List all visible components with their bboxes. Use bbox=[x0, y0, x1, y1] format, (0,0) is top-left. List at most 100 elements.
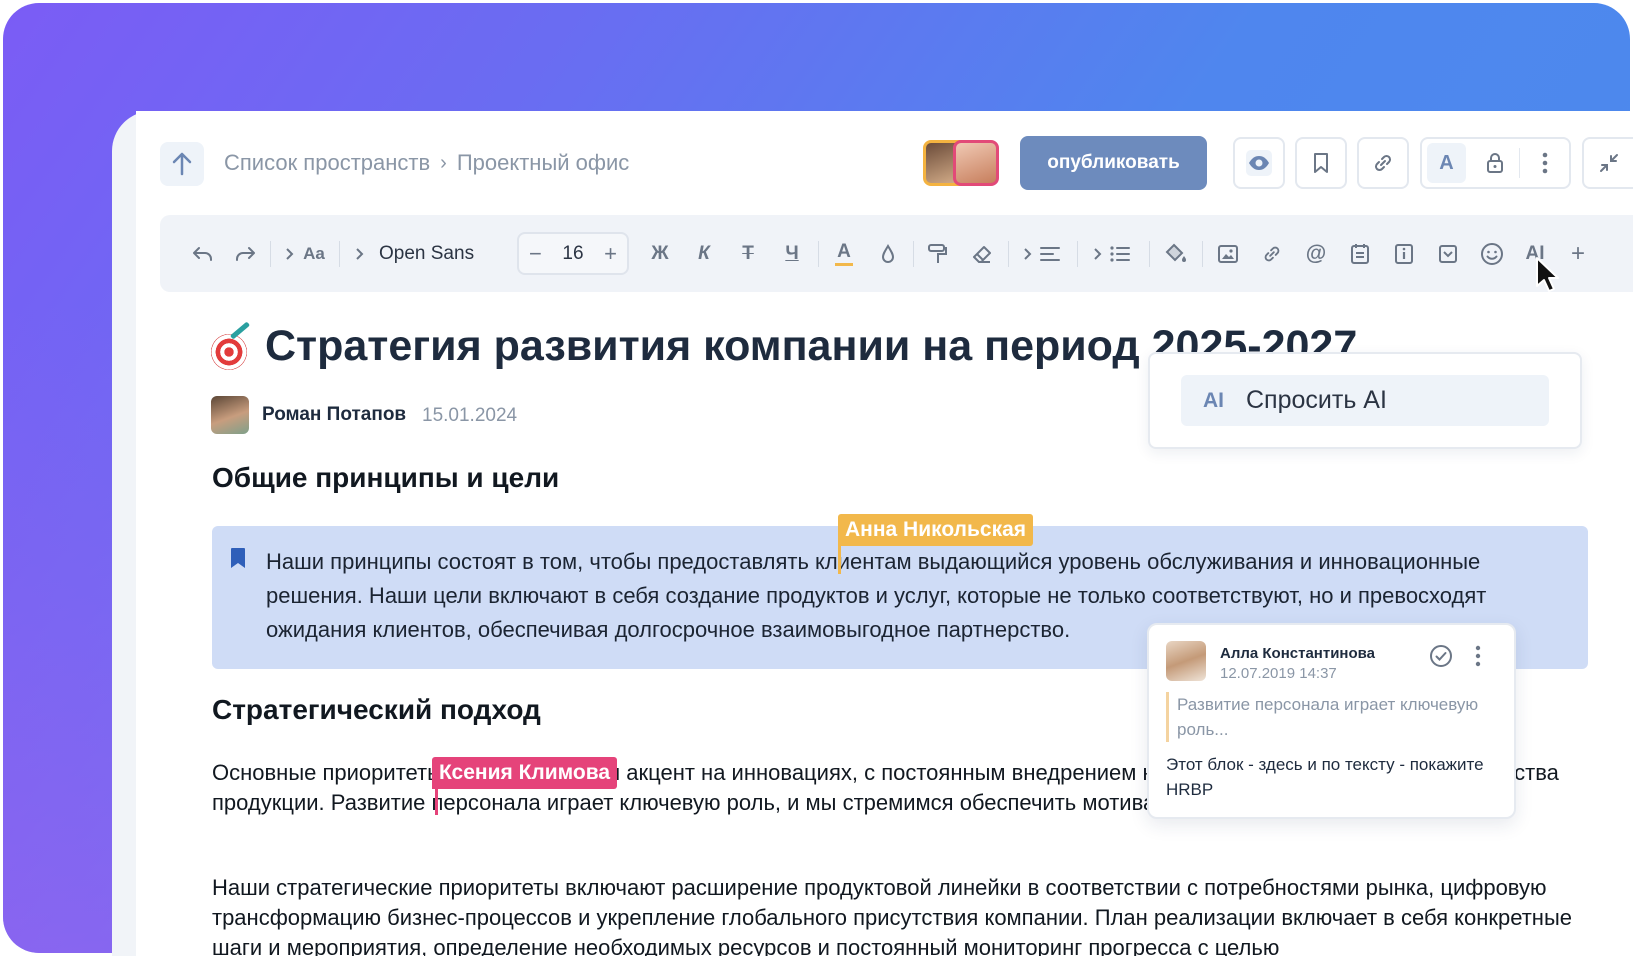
highlight-button[interactable] bbox=[872, 232, 904, 276]
ai-icon: AI bbox=[1203, 388, 1224, 412]
redo-icon bbox=[236, 247, 255, 261]
toolbar-divider bbox=[1149, 241, 1150, 267]
more-options-button[interactable] bbox=[1520, 139, 1569, 187]
lock-button[interactable] bbox=[1471, 139, 1520, 187]
toolbar-divider bbox=[1008, 241, 1009, 267]
avatar[interactable] bbox=[211, 396, 249, 434]
format-painter-button[interactable] bbox=[922, 232, 954, 276]
ask-ai-label: Спросить AI bbox=[1246, 386, 1387, 414]
bookmark-button[interactable] bbox=[1295, 137, 1347, 189]
decrease-size-button[interactable]: − bbox=[529, 241, 542, 267]
arrow-up-icon bbox=[172, 152, 192, 176]
align-dropdown[interactable] bbox=[1018, 232, 1066, 276]
comment-quote: Развитие персонала играет ключевую роль.… bbox=[1166, 692, 1502, 742]
collaborator-avatars[interactable] bbox=[923, 140, 999, 188]
toolbar-divider bbox=[1202, 241, 1203, 267]
insert-table-button[interactable] bbox=[1344, 232, 1376, 276]
increase-size-button[interactable]: + bbox=[604, 241, 617, 267]
text-color-swatch bbox=[835, 262, 853, 266]
add-more-button[interactable]: + bbox=[1562, 232, 1594, 276]
collaborator-cursor-label: Ксения Климова bbox=[432, 757, 618, 789]
chevron-right-icon bbox=[1024, 248, 1032, 260]
collaborator-cursor bbox=[838, 546, 841, 574]
section-heading[interactable]: Стратегический подход bbox=[212, 694, 541, 726]
font-size-value[interactable]: 16 bbox=[562, 243, 583, 265]
comment-author: Алла Константинова bbox=[1220, 645, 1376, 662]
text-style-dropdown[interactable]: Aa bbox=[280, 232, 330, 276]
collapse-icon bbox=[1599, 154, 1618, 172]
collapse-button[interactable] bbox=[1582, 137, 1633, 189]
lock-icon bbox=[1487, 153, 1504, 173]
insert-link-button[interactable] bbox=[1256, 232, 1288, 276]
copy-link-button[interactable] bbox=[1357, 137, 1409, 189]
author-name[interactable]: Роман Потапов bbox=[262, 404, 406, 426]
collaborator-cursor-label: Анна Никольская bbox=[838, 514, 1034, 546]
bullet-list-icon bbox=[1110, 246, 1130, 262]
header-action-group: A bbox=[1420, 137, 1571, 189]
breadcrumb-separator: › bbox=[440, 151, 447, 174]
list-dropdown[interactable] bbox=[1088, 232, 1136, 276]
insert-dropdown-block-button[interactable] bbox=[1432, 232, 1464, 276]
paint-bucket-icon bbox=[1165, 243, 1186, 262]
insert-info-block-button[interactable] bbox=[1388, 232, 1420, 276]
text-color-button[interactable]: A bbox=[828, 232, 860, 276]
text-mode-button[interactable]: A bbox=[1427, 143, 1466, 183]
section-heading[interactable]: Общие принципы и цели bbox=[212, 462, 559, 494]
ask-ai-menu-item[interactable]: AI Спросить AI bbox=[1181, 375, 1549, 426]
clear-format-button[interactable] bbox=[966, 232, 998, 276]
more-vertical-icon bbox=[1542, 152, 1547, 174]
redo-button[interactable] bbox=[229, 232, 261, 276]
chevron-right-icon bbox=[1094, 248, 1102, 260]
link-icon bbox=[1264, 246, 1280, 262]
navigate-up-button[interactable] bbox=[160, 142, 204, 186]
avatar[interactable] bbox=[953, 140, 999, 186]
insert-image-button[interactable] bbox=[1212, 232, 1244, 276]
breadcrumb: Список пространств › Проектный офис bbox=[224, 150, 629, 176]
font-size-stepper[interactable]: − 16 + bbox=[517, 232, 629, 275]
resolve-check-icon[interactable] bbox=[1429, 644, 1453, 668]
link-icon bbox=[1374, 154, 1392, 172]
comment-more-icon[interactable] bbox=[1475, 645, 1481, 667]
avatar[interactable] bbox=[1166, 641, 1206, 681]
paragraph[interactable]: Наши стратегические приоритеты включают … bbox=[212, 873, 1592, 956]
fill-color-button[interactable] bbox=[1160, 232, 1192, 276]
collaborator-cursor bbox=[435, 789, 438, 815]
font-a-icon: A bbox=[1439, 151, 1454, 174]
dropdown-block-icon bbox=[1439, 245, 1457, 263]
drop-icon bbox=[881, 244, 895, 263]
view-button[interactable] bbox=[1233, 137, 1285, 189]
comment-text: Этот блок - здесь и по тексту - покажите… bbox=[1166, 755, 1484, 799]
text-color-icon: A bbox=[837, 240, 851, 262]
smile-icon bbox=[1481, 243, 1503, 265]
font-family-label: Open Sans bbox=[379, 243, 475, 264]
image-icon bbox=[1218, 245, 1238, 263]
publish-button[interactable]: опубликовать bbox=[1020, 136, 1207, 190]
toolbar-divider bbox=[913, 241, 914, 267]
underline-button[interactable]: Ч bbox=[777, 232, 807, 276]
paint-roller-icon bbox=[928, 244, 947, 263]
bookmark-icon bbox=[231, 548, 245, 568]
font-family-dropdown[interactable]: Open Sans bbox=[355, 232, 495, 276]
insert-emoji-button[interactable] bbox=[1476, 232, 1508, 276]
toolbar-divider bbox=[818, 241, 819, 267]
undo-button[interactable] bbox=[187, 232, 219, 276]
chevron-right-icon bbox=[286, 248, 294, 260]
breadcrumb-item-project-office[interactable]: Проектный офис bbox=[457, 150, 629, 176]
eraser-icon bbox=[973, 246, 991, 263]
info-block-icon bbox=[1395, 244, 1413, 264]
undo-icon bbox=[193, 247, 212, 261]
bold-button[interactable]: Ж bbox=[645, 232, 675, 276]
mouse-cursor-icon bbox=[1536, 257, 1559, 292]
chevron-right-icon bbox=[356, 248, 364, 260]
toolbar-divider bbox=[270, 241, 271, 267]
table-icon bbox=[1351, 244, 1369, 264]
mention-button[interactable]: @ bbox=[1300, 232, 1332, 276]
breadcrumb-item-spaces[interactable]: Список пространств bbox=[224, 150, 430, 176]
strikethrough-button[interactable]: Т bbox=[733, 232, 763, 276]
italic-button[interactable]: К bbox=[689, 232, 719, 276]
bookmark-icon bbox=[1314, 153, 1328, 173]
eye-icon bbox=[1246, 150, 1272, 176]
document-date: 15.01.2024 bbox=[422, 405, 518, 426]
target-emoji-icon bbox=[211, 334, 247, 370]
comment-date: 12.07.2019 14:37 bbox=[1220, 665, 1337, 682]
